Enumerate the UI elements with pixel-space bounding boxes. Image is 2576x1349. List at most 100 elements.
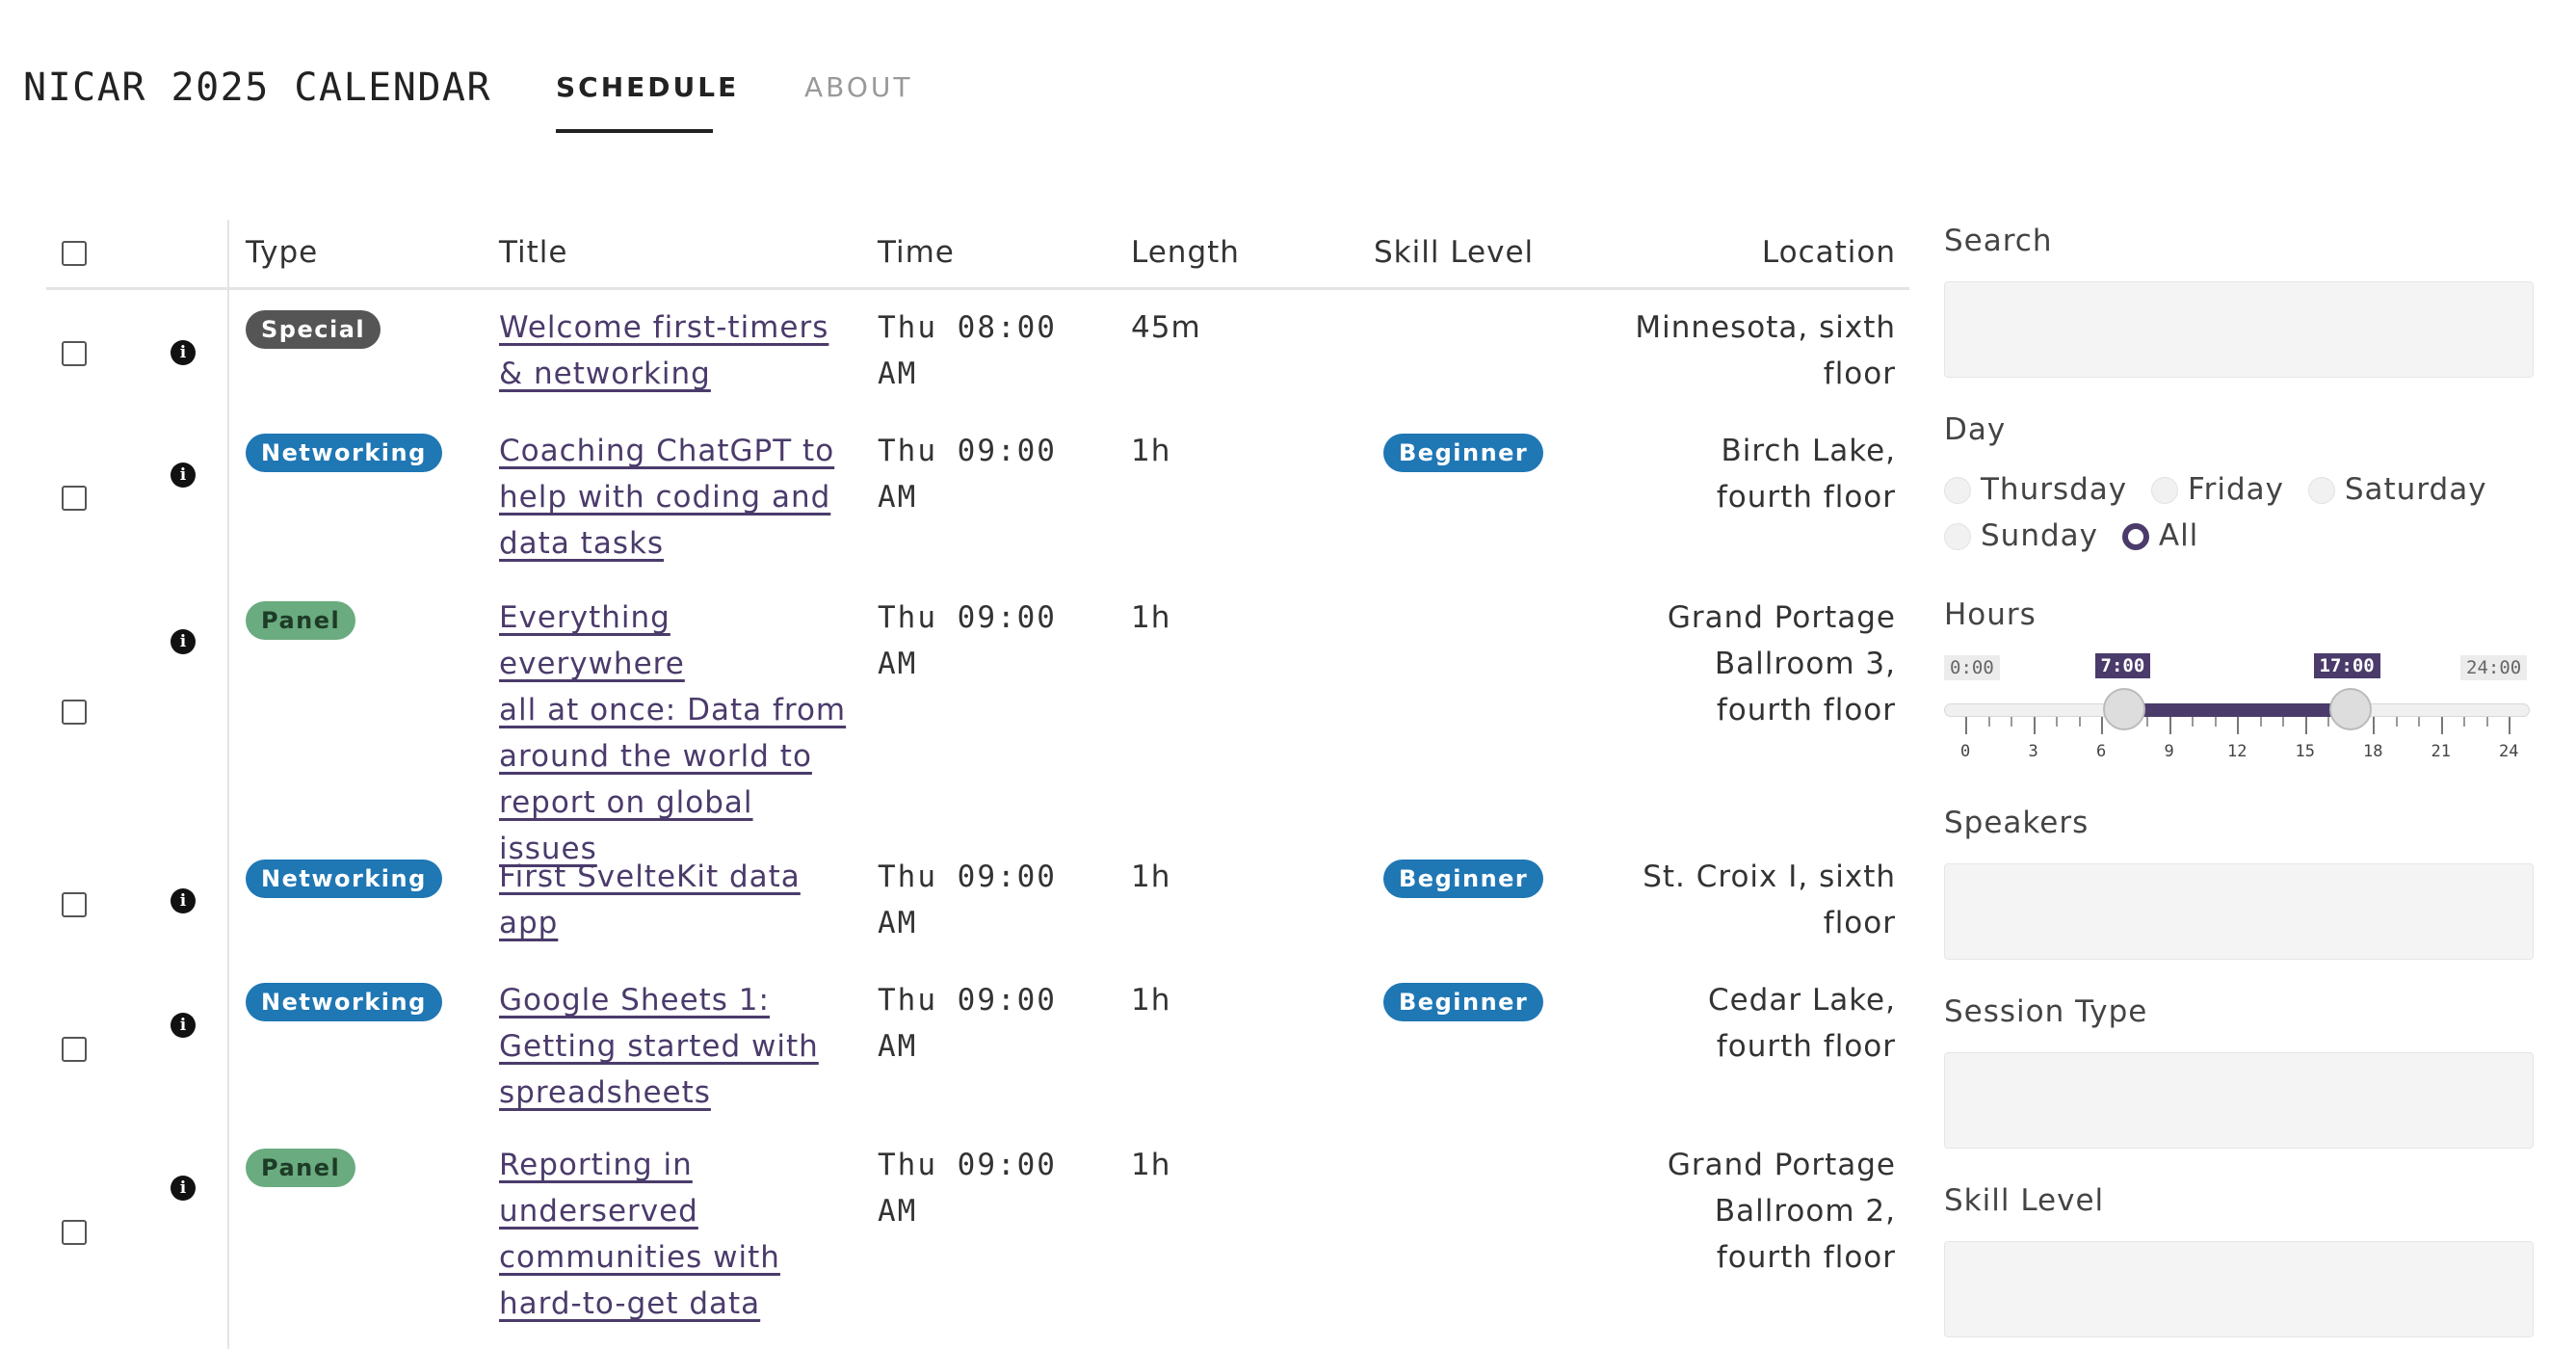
session-title-link[interactable]: Everything everywhere all at once: Data f… bbox=[499, 595, 865, 872]
header-type[interactable]: Type bbox=[246, 235, 318, 270]
session-title-link[interactable]: Google Sheets 1: Getting started with spre… bbox=[499, 977, 865, 1116]
slider-end-handle[interactable] bbox=[2328, 688, 2372, 730]
slider-start-handle[interactable] bbox=[2102, 688, 2145, 730]
slider-tick bbox=[2440, 717, 2443, 734]
session-length: 45m bbox=[1131, 310, 1201, 345]
skill-level-input[interactable] bbox=[1944, 1241, 2534, 1337]
radio-icon bbox=[2307, 477, 2335, 504]
session-length: 1h bbox=[1131, 1148, 1171, 1182]
slider-tick-label: 15 bbox=[2295, 742, 2315, 761]
row-checkbox[interactable] bbox=[62, 341, 87, 366]
type-badge: Special bbox=[246, 310, 381, 349]
slider-tick bbox=[1965, 717, 1967, 734]
radio-icon bbox=[1944, 523, 1971, 550]
day-option-friday[interactable]: Friday bbox=[2151, 472, 2284, 507]
session-time: Thu 09:00 AM bbox=[878, 434, 1057, 515]
slider-tick bbox=[2237, 717, 2239, 734]
session-location: St. Croix I, sixth floor bbox=[1643, 860, 1896, 940]
row-checkbox[interactable] bbox=[62, 892, 87, 917]
top-bar: NICAR 2025 CALENDAR SCHEDULE ABOUT bbox=[0, 0, 2576, 154]
slider-tick bbox=[2192, 717, 2194, 727]
session-location: Birch Lake, fourth floor bbox=[1716, 434, 1896, 515]
hours-end-value: 17:00 bbox=[2313, 653, 2380, 678]
active-tab-indicator bbox=[556, 129, 713, 133]
select-all-checkbox[interactable] bbox=[62, 241, 87, 266]
type-badge: Panel bbox=[246, 601, 356, 640]
slider-tick-label: 6 bbox=[2096, 742, 2107, 761]
session-location: Grand Portage Ballroom 3, fourth floor bbox=[1667, 600, 1896, 727]
session-time: Thu 09:00 AM bbox=[878, 600, 1057, 681]
row-checkbox[interactable] bbox=[62, 700, 87, 725]
session-type-input[interactable] bbox=[1944, 1052, 2534, 1149]
speakers-input[interactable] bbox=[1944, 863, 2534, 960]
slider-tick bbox=[2033, 717, 2036, 734]
type-badge: Networking bbox=[246, 860, 442, 898]
day-option-thursday[interactable]: Thursday bbox=[1944, 472, 2127, 507]
radio-icon bbox=[1944, 477, 1971, 504]
slider-tick bbox=[2463, 717, 2465, 727]
column-divider bbox=[227, 220, 229, 1349]
slider-selected-range bbox=[2123, 703, 2351, 717]
search-label: Search bbox=[1944, 224, 2053, 258]
row-checkbox[interactable] bbox=[62, 1037, 87, 1062]
session-title-link[interactable]: First SvelteKit data app bbox=[499, 854, 865, 946]
row-checkbox[interactable] bbox=[62, 486, 87, 511]
slider-tick bbox=[2214, 717, 2217, 727]
session-type-label: Session Type bbox=[1944, 994, 2148, 1029]
header-title[interactable]: Title bbox=[499, 235, 567, 270]
header-location[interactable]: Location bbox=[1757, 235, 1896, 270]
slider-tick bbox=[2146, 717, 2148, 727]
session-location: Grand Portage Ballroom 2, fourth floor bbox=[1667, 1148, 1896, 1275]
session-time: Thu 09:00 AM bbox=[878, 983, 1057, 1064]
info-icon[interactable]: i bbox=[171, 340, 196, 365]
day-option-all[interactable]: All bbox=[2121, 518, 2198, 553]
info-icon[interactable]: i bbox=[171, 463, 196, 488]
slider-tick-label: 9 bbox=[2164, 742, 2174, 761]
info-icon[interactable]: i bbox=[171, 888, 196, 913]
slider-tick bbox=[1987, 717, 1990, 727]
session-time: Thu 09:00 AM bbox=[878, 860, 1057, 940]
slider-tick bbox=[2169, 717, 2171, 734]
hours-min-label: 0:00 bbox=[1944, 655, 2000, 680]
header-skill-level[interactable]: Skill Level bbox=[1374, 235, 1534, 270]
tab-schedule[interactable]: SCHEDULE bbox=[556, 71, 739, 103]
slider-tick bbox=[2395, 717, 2398, 727]
header-length[interactable]: Length bbox=[1131, 235, 1240, 270]
slider-tick bbox=[2101, 717, 2103, 734]
info-icon[interactable]: i bbox=[171, 1176, 196, 1201]
slider-tick bbox=[2282, 717, 2284, 727]
header-divider bbox=[46, 287, 1909, 290]
session-title-link[interactable]: Reporting in underserved communities with h… bbox=[499, 1142, 865, 1327]
info-icon[interactable]: i bbox=[171, 1013, 196, 1038]
slider-tick-label: 12 bbox=[2227, 742, 2247, 761]
slider-tick-label: 21 bbox=[2431, 742, 2451, 761]
slider-tick bbox=[2485, 717, 2488, 727]
session-title-link[interactable]: Coaching ChatGPT to help with coding and d… bbox=[499, 428, 865, 567]
speakers-label: Speakers bbox=[1944, 806, 2090, 840]
day-label: Day bbox=[1944, 412, 2007, 447]
slider-tick-label: 0 bbox=[1960, 742, 1971, 761]
radio-selected-icon bbox=[2121, 523, 2149, 550]
info-icon[interactable]: i bbox=[171, 629, 196, 654]
session-location: Cedar Lake, fourth floor bbox=[1707, 983, 1896, 1064]
session-title-link[interactable]: Welcome first-timers & networking bbox=[499, 304, 865, 397]
hours-label: Hours bbox=[1944, 597, 2037, 632]
day-option-saturday[interactable]: Saturday bbox=[2307, 472, 2487, 507]
type-badge: Networking bbox=[246, 983, 442, 1021]
tab-about[interactable]: ABOUT bbox=[804, 71, 913, 103]
slider-tick bbox=[2373, 717, 2375, 734]
slider-tick bbox=[2056, 717, 2058, 727]
session-length: 1h bbox=[1131, 600, 1171, 635]
day-option-sunday[interactable]: Sunday bbox=[1944, 518, 2098, 553]
slider-tick bbox=[2304, 717, 2307, 734]
skill-badge: Beginner bbox=[1383, 983, 1544, 1021]
session-time: Thu 09:00 AM bbox=[878, 1148, 1057, 1229]
search-input[interactable] bbox=[1944, 281, 2534, 378]
day-radio-row: Sunday All bbox=[1944, 518, 2212, 553]
slider-tick bbox=[2327, 717, 2329, 727]
type-badge: Networking bbox=[246, 434, 442, 472]
row-checkbox[interactable] bbox=[62, 1220, 87, 1245]
app-title: NICAR 2025 CALENDAR bbox=[23, 66, 492, 110]
hours-max-label: 24:00 bbox=[2460, 655, 2528, 680]
header-time[interactable]: Time bbox=[878, 235, 955, 270]
